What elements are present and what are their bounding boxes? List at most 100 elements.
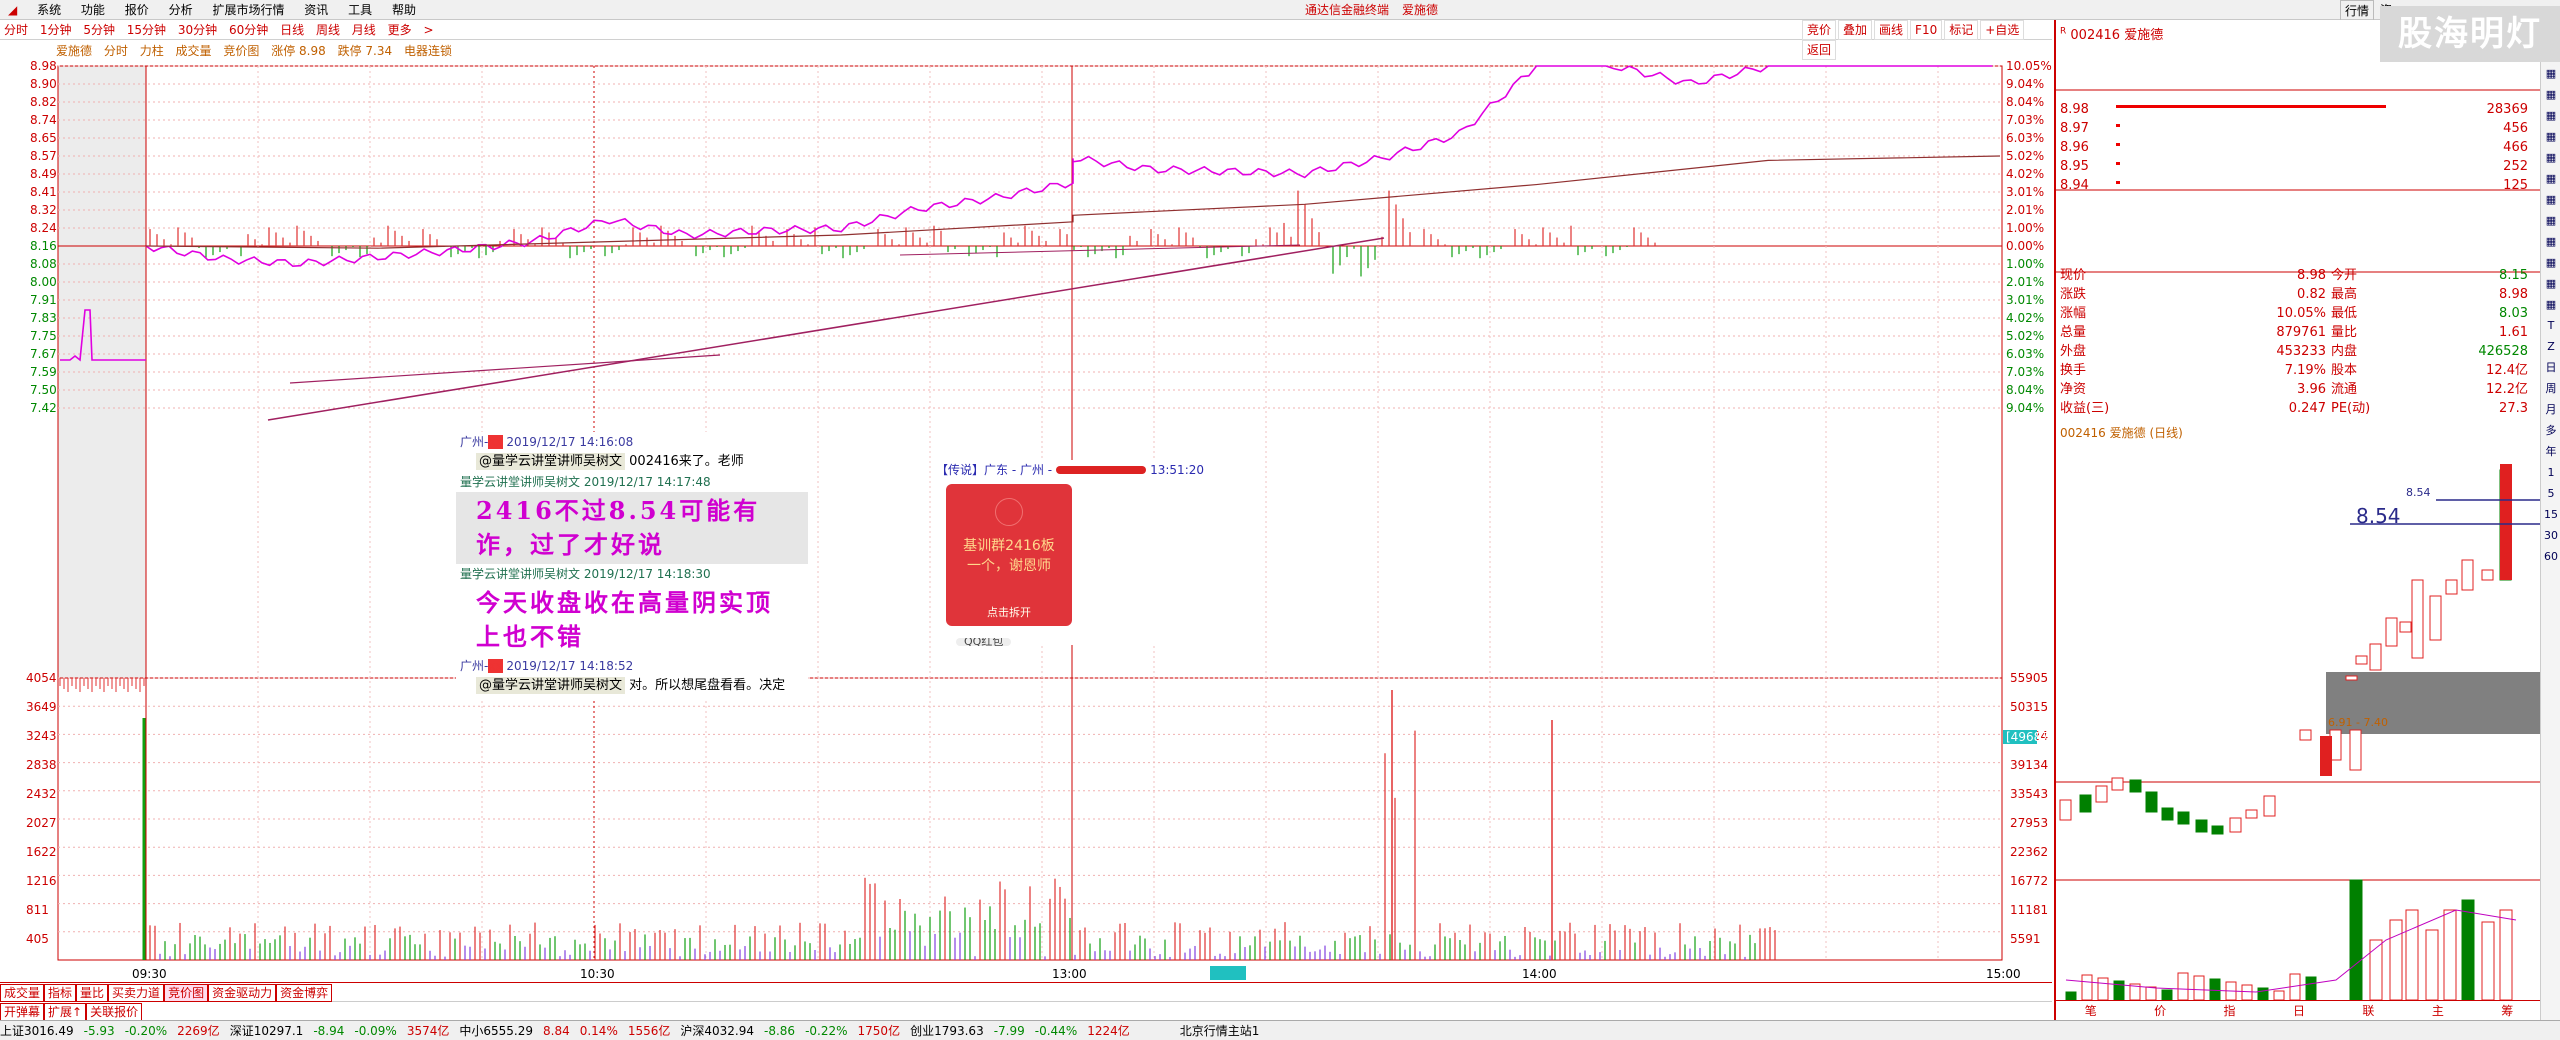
period-shortcut[interactable]: 多 (2542, 422, 2560, 440)
menu-extended-market[interactable]: 扩展市场行情 (204, 0, 292, 20)
chat-msg4-mention[interactable]: @量学云讲堂讲师吴树文 (476, 677, 626, 694)
menu-analysis[interactable]: 分析 (161, 0, 201, 20)
tool-icon[interactable]: ▦ (2542, 170, 2560, 188)
menu-function[interactable]: 功能 (73, 0, 113, 20)
tf-30min[interactable]: 30分钟 (174, 20, 221, 40)
tf-1min[interactable]: 1分钟 (36, 20, 76, 40)
chat-msg1-text: 002416来了。老师 (629, 454, 744, 469)
period-shortcut[interactable]: 60 (2542, 548, 2560, 566)
draw-line-button[interactable]: 画线 (1874, 20, 1909, 40)
tf-60min[interactable]: 60分钟 (225, 20, 272, 40)
status-index-value: 2269亿 (177, 1024, 220, 1038)
info-tab-force[interactable]: 力柱 (140, 44, 164, 58)
tool-icon[interactable]: ▦ (2542, 254, 2560, 272)
side-tab-main[interactable]: 主 (2432, 1001, 2444, 1020)
bid-row[interactable]: 8.97 456 (2056, 119, 2542, 138)
tf-intraday[interactable]: 分时 (0, 20, 32, 40)
status-index-value[interactable]: 中小6555.29 (459, 1024, 533, 1038)
period-shortcut[interactable]: 30 (2542, 527, 2560, 545)
daily-kline-chart[interactable] (2056, 440, 2542, 1020)
bid-row[interactable]: 8.98 28369 (2056, 100, 2542, 119)
chat-msg1: @量学云讲堂讲师吴树文 002416来了。老师 (456, 452, 808, 472)
add-watchlist-button[interactable]: +自选 (1980, 20, 2025, 40)
price-tick: 8.74 (30, 113, 57, 127)
tab-fund-game[interactable]: 资金博弈 (276, 984, 333, 1002)
side-tab-chips[interactable]: 筹 (2501, 1001, 2513, 1020)
chat-overlay[interactable]: 广州-xx 2019/12/17 14:16:08 @量学云讲堂讲师吴树文 00… (456, 432, 808, 700)
menu-right-quote[interactable]: 行情 (2340, 0, 2375, 22)
period-shortcut[interactable]: 月 (2542, 401, 2560, 419)
side-tab-index[interactable]: 指 (2224, 1001, 2236, 1020)
trendline-1[interactable] (267, 237, 1385, 421)
overlay-button[interactable]: 叠加 (1838, 20, 1873, 40)
tool-icon[interactable]: ▦ (2542, 212, 2560, 230)
chat-msg3-meta: 量学云讲堂讲师吴树文 2019/12/17 14:18:30 (460, 567, 711, 581)
trendline-2[interactable] (289, 354, 721, 384)
tab-fund-drive[interactable]: 资金驱动力 (208, 984, 277, 1002)
tab-buy-sell-force[interactable]: 买卖力道 (108, 984, 165, 1002)
tf-15min[interactable]: 15分钟 (123, 20, 170, 40)
tf-monthly[interactable]: 月线 (348, 20, 380, 40)
tool-icon[interactable]: ▦ (2542, 296, 2560, 314)
tab-auction-chart[interactable]: 竞价图 (164, 984, 209, 1002)
tool-icon[interactable]: ▦ (2542, 149, 2560, 167)
price-tick: 8.82 (30, 95, 57, 109)
status-index-value[interactable]: 沪深4032.94 (680, 1024, 754, 1038)
tab-volume[interactable]: 成交量 (0, 984, 45, 1002)
red-packet-card[interactable]: 基训群2416板 一个，谢恩师 点击拆开 (946, 484, 1072, 626)
info-tab-auction[interactable]: 竞价图 (223, 44, 259, 58)
tab-volume-ratio[interactable]: 量比 (76, 984, 109, 1002)
bid-row[interactable]: 8.95 252 (2056, 157, 2542, 176)
period-shortcut[interactable]: T (2542, 317, 2560, 335)
period-shortcut[interactable]: 15 (2542, 506, 2560, 524)
info-tab-intraday[interactable]: 分时 (104, 44, 128, 58)
tool-icon[interactable]: ▦ (2542, 191, 2560, 209)
red-packet-open-button[interactable]: 点击拆开 (946, 604, 1072, 620)
tool-icon[interactable]: ▦ (2542, 107, 2560, 125)
bid-row[interactable]: 8.94 125 (2056, 176, 2542, 195)
chat-msg1-mention[interactable]: @量学云讲堂讲师吴树文 (476, 453, 626, 470)
tool-icon[interactable]: ▦ (2542, 128, 2560, 146)
period-shortcut[interactable]: 周 (2542, 380, 2560, 398)
menu-tools[interactable]: 工具 (340, 0, 380, 20)
menu-system[interactable]: 系统 (29, 0, 69, 20)
tool-icon[interactable]: ▦ (2542, 233, 2560, 251)
tool-icon[interactable]: ▦ (2542, 86, 2560, 104)
bid-row[interactable]: 8.96 466 (2056, 138, 2542, 157)
side-tab-day[interactable]: 日 (2293, 1001, 2305, 1020)
side-tab-link[interactable]: 联 (2362, 1001, 2374, 1020)
menu-news[interactable]: 资讯 (296, 0, 336, 20)
related-quote-button[interactable]: 关联报价 (86, 1003, 143, 1021)
server-name[interactable]: 北京行情主站1 (1180, 1024, 1260, 1038)
red-packet-message[interactable]: 【传说】广东 - 广州 - 13:51:20 基训群2416板 一个，谢恩师 点击… (936, 460, 1212, 646)
tool-icon[interactable]: ▦ (2542, 275, 2560, 293)
side-tab-price[interactable]: 价 (2154, 1001, 2166, 1020)
period-shortcut[interactable]: 5 (2542, 485, 2560, 503)
period-shortcut[interactable]: 日 (2542, 359, 2560, 377)
auction-button[interactable]: 竞价 (1802, 20, 1837, 40)
period-shortcut[interactable]: Z (2542, 338, 2560, 356)
period-shortcut[interactable]: 1 (2542, 464, 2560, 482)
pct-tick: 7.03% (2006, 365, 2044, 379)
mark-button[interactable]: 标记 (1944, 20, 1979, 40)
tf-weekly[interactable]: 周线 (312, 20, 344, 40)
tf-more[interactable]: 更多 (384, 20, 416, 40)
status-index-value[interactable]: 深证10297.1 (230, 1024, 304, 1038)
period-shortcut[interactable]: 年 (2542, 443, 2560, 461)
menu-quote[interactable]: 报价 (117, 0, 157, 20)
tool-icon[interactable]: ▦ (2542, 65, 2560, 83)
tf-next-icon[interactable]: > (419, 20, 437, 40)
side-tab-bi[interactable]: 笔 (2085, 1001, 2097, 1020)
status-index-value[interactable]: 上证3016.49 (0, 1024, 74, 1038)
menu-help[interactable]: 帮助 (384, 0, 424, 20)
status-index-value[interactable]: 创业1793.63 (910, 1024, 984, 1038)
f10-button[interactable]: F10 (1910, 20, 1943, 40)
tf-daily[interactable]: 日线 (276, 20, 308, 40)
info-sector[interactable]: 电器连锁 (404, 44, 452, 58)
tf-5min[interactable]: 5分钟 (79, 20, 119, 40)
info-tab-volume[interactable]: 成交量 (176, 44, 212, 58)
toggle-barrage[interactable]: 开弹幕 (0, 1003, 45, 1021)
price-tick: 7.91 (30, 293, 57, 307)
tab-indicator[interactable]: 指标 (44, 984, 77, 1002)
expand-up-button[interactable]: 扩展↑ (44, 1003, 87, 1021)
